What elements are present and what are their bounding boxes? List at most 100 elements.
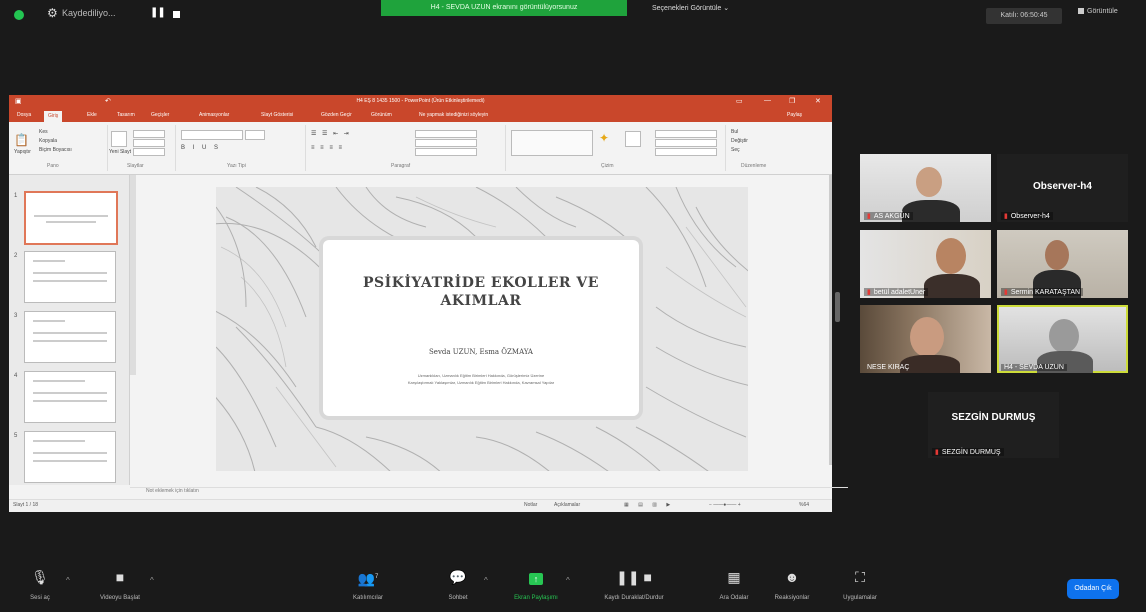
reset-button[interactable] bbox=[133, 139, 165, 147]
share-options-caret[interactable]: ^ bbox=[566, 576, 570, 585]
thumb-number: 3 bbox=[14, 313, 18, 319]
thumbnail-scrollbar[interactable] bbox=[130, 175, 136, 375]
slide-thumbnail[interactable] bbox=[24, 371, 116, 423]
shape-effects-dropdown[interactable] bbox=[655, 148, 717, 156]
participants-label: Katılımcılar bbox=[352, 595, 383, 601]
gear-icon[interactable]: ⚙ bbox=[47, 6, 58, 20]
shapes-gallery[interactable] bbox=[511, 130, 593, 156]
slide-title-line: PSİKİYATRİDE EKOLLER VE bbox=[363, 275, 599, 291]
audio-options-caret[interactable]: ^ bbox=[66, 576, 70, 585]
paste-icon[interactable]: 📋 bbox=[14, 133, 29, 147]
unmute-button[interactable]: 🎙︎ Sesi aç bbox=[0, 569, 80, 601]
apps-button[interactable]: ⛶ Uygulamalar bbox=[820, 569, 900, 601]
paragraph-group: ☰ ☰ ⇤ ⇥ ≡ ≡ ≡ ≡ Paragraf bbox=[305, 125, 506, 171]
muted-mic-icon: ▮ bbox=[1004, 289, 1008, 296]
participants-button[interactable]: 👥7 Katılımcılar bbox=[328, 569, 408, 601]
font-style-buttons[interactable]: B I U S bbox=[181, 145, 221, 151]
paste-button[interactable]: Yapıştır bbox=[14, 149, 31, 155]
replace-button[interactable]: Değiştir bbox=[731, 138, 748, 144]
video-tile[interactable]: ▮ betül adaletUner bbox=[860, 230, 991, 298]
clipboard-group: 📋 Yapıştır Kes Kopyala Biçim Boyacısı Pa… bbox=[11, 125, 108, 171]
arrange-icon[interactable]: ✦ bbox=[599, 131, 609, 145]
new-slide-icon[interactable] bbox=[111, 131, 127, 147]
tab-transitions[interactable]: Geçişler bbox=[151, 112, 169, 118]
close-icon[interactable]: ✕ bbox=[815, 97, 821, 105]
panel-divider-handle[interactable] bbox=[835, 292, 840, 322]
view-buttons[interactable]: ▦ ▤ ▥ ▶ bbox=[624, 502, 674, 508]
find-button[interactable]: Bul bbox=[731, 129, 738, 135]
tab-home[interactable]: Giriş bbox=[44, 111, 63, 122]
comments-toggle[interactable]: Açıklamalar bbox=[554, 502, 580, 508]
participant-head bbox=[1049, 319, 1079, 353]
font-family-select[interactable] bbox=[181, 130, 243, 140]
slide-thumbnail[interactable] bbox=[24, 431, 116, 483]
minimize-icon[interactable]: — bbox=[764, 97, 771, 104]
video-tile-active-speaker[interactable]: H4 - SEVDA UZUN bbox=[997, 305, 1128, 373]
leave-room-button[interactable]: Odadan Çık bbox=[1067, 579, 1119, 599]
slide-thumbnail[interactable] bbox=[24, 251, 116, 303]
maximize-icon[interactable]: ❐ bbox=[789, 97, 795, 105]
text-direction-dropdown[interactable] bbox=[415, 130, 477, 138]
chat-label: Sohbet bbox=[448, 595, 468, 601]
align-text-dropdown[interactable] bbox=[415, 139, 477, 147]
copy-button[interactable]: Kopyala bbox=[39, 138, 57, 144]
ppt-ribbon-tabs: Dosya Giriş Ekle Tasarım Geçişler Animas… bbox=[9, 110, 832, 122]
cut-button[interactable]: Kes bbox=[39, 129, 48, 135]
ribbon-options-icon[interactable]: ▭ bbox=[736, 97, 743, 105]
slide-title: PSİKİYATRİDE EKOLLER VE AKIMLAR bbox=[343, 274, 619, 310]
shape-outline-dropdown[interactable] bbox=[655, 139, 717, 147]
slide-thumbnail[interactable] bbox=[24, 311, 116, 363]
video-options-caret[interactable]: ^ bbox=[150, 576, 154, 585]
view-button[interactable]: Görüntüle bbox=[1078, 8, 1118, 15]
list-buttons[interactable]: ☰ ☰ ⇤ ⇥ bbox=[311, 130, 351, 137]
video-tile[interactable]: NESE KIRAÇ bbox=[860, 305, 991, 373]
video-tile[interactable]: ▮ Sermin KARATAŞTAN bbox=[997, 230, 1128, 298]
slide-counter: Slayt 1 / 18 bbox=[13, 502, 39, 508]
video-tile[interactable]: SEZGİN DURMUŞ ▮ SEZGİN DURMUŞ bbox=[928, 392, 1059, 458]
video-tile[interactable]: ▮ AS AKGÜN bbox=[860, 154, 991, 222]
video-tile[interactable]: Observer-h4 ▮ Observer-h4 bbox=[997, 154, 1128, 222]
new-slide-button[interactable]: Yeni Slayt bbox=[109, 149, 131, 155]
share-screen-button[interactable]: ↑ Ekran Paylaşımı bbox=[496, 569, 576, 601]
tab-review[interactable]: Gözden Geçir bbox=[321, 112, 352, 118]
chat-options-caret[interactable]: ^ bbox=[484, 576, 488, 585]
notes-toggle[interactable]: Notlar bbox=[524, 502, 537, 508]
align-buttons[interactable]: ≡ ≡ ≡ ≡ bbox=[311, 145, 344, 151]
tab-insert[interactable]: Ekle bbox=[87, 112, 97, 118]
font-size-select[interactable] bbox=[245, 130, 265, 140]
slide-thumbnail[interactable] bbox=[24, 191, 118, 245]
smartart-dropdown[interactable] bbox=[415, 148, 477, 156]
layout-dropdown[interactable] bbox=[133, 130, 165, 138]
view-options-menu[interactable]: Seçenekleri Görüntüle ⌄ bbox=[652, 4, 729, 12]
shared-powerpoint-window: ▣ ↶ H4 EŞ 8 1435 1500 - PowerPoint (Ürün… bbox=[9, 95, 848, 512]
zoom-percent[interactable]: %64 bbox=[799, 502, 809, 508]
notes-pane[interactable]: Not eklemek için tıklatın bbox=[130, 487, 848, 498]
slide-scrollbar[interactable] bbox=[829, 175, 832, 465]
tab-file[interactable]: Dosya bbox=[17, 112, 31, 118]
slide-thumbnail-pane: 1 2 3 4 5 bbox=[9, 175, 130, 485]
drawing-group: ✦ Çizim bbox=[505, 125, 726, 171]
pause-stop-recording-button[interactable]: ❚❚ ■ Kaydı Duraklat/Durdur bbox=[594, 569, 674, 601]
tab-slideshow[interactable]: Slayt Gösterisi bbox=[261, 112, 293, 118]
paragraph-group-label: Paragraf bbox=[391, 163, 411, 169]
tell-me-search[interactable]: Ne yapmak istediğinizi söyleyin bbox=[419, 112, 488, 118]
tab-design[interactable]: Tasarım bbox=[117, 112, 135, 118]
quick-styles-icon[interactable] bbox=[625, 131, 641, 147]
chat-button[interactable]: 💬 Sohbet bbox=[418, 569, 498, 601]
section-dropdown[interactable] bbox=[133, 148, 165, 156]
share-button[interactable]: Paylaş bbox=[787, 112, 802, 118]
pause-recording-icon[interactable]: ❚❚ bbox=[150, 7, 166, 18]
editing-group-label: Düzenleme bbox=[741, 163, 767, 169]
format-painter-button[interactable]: Biçim Boyacısı bbox=[39, 147, 72, 153]
tab-view[interactable]: Görünüm bbox=[371, 112, 392, 118]
zoom-slider[interactable]: − ——●—— + bbox=[709, 502, 741, 508]
participant-name: ▮ Sermin KARATAŞTAN bbox=[1001, 288, 1084, 296]
shape-fill-dropdown[interactable] bbox=[655, 130, 717, 138]
drawing-group-label: Çizim bbox=[601, 163, 614, 169]
select-button[interactable]: Seç bbox=[731, 147, 740, 153]
stop-recording-icon[interactable] bbox=[173, 11, 180, 18]
participant-head bbox=[1045, 240, 1069, 270]
start-video-button[interactable]: ■ Videoyu Başlat bbox=[80, 569, 160, 601]
tab-animations[interactable]: Animasyonlar bbox=[199, 112, 229, 118]
slide-canvas[interactable]: PSİKİYATRİDE EKOLLER VE AKIMLAR Sevda UZ… bbox=[216, 187, 748, 471]
